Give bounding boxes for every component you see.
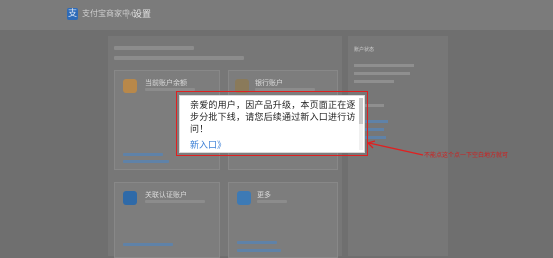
card-linked-title: 关联认证账户 (145, 191, 187, 199)
card-balance-link[interactable] (123, 153, 163, 156)
title-divider (127, 9, 128, 19)
annotation-highlight-box (176, 91, 368, 156)
more-icon (237, 191, 251, 205)
card-linked-link[interactable] (123, 243, 173, 246)
account-name-placeholder (114, 46, 194, 50)
top-bar: 支 支付宝商家中心 设置 (0, 0, 553, 30)
card-more-link[interactable] (237, 241, 277, 244)
account-info-placeholder (114, 56, 244, 60)
sidebar-line (354, 72, 410, 75)
sidebar-line (354, 80, 394, 83)
sidebar-line (354, 64, 414, 67)
card-balance-title: 当前账户余额 (145, 79, 187, 87)
annotation-arrow-icon (366, 140, 424, 156)
yuan-icon (123, 79, 137, 93)
alipay-logo-icon[interactable]: 支 (67, 8, 78, 20)
card-more-title: 更多 (257, 191, 271, 199)
page-title: 设置 (133, 10, 152, 20)
card-linked-subtext (145, 200, 205, 203)
card-balance-link-2[interactable] (123, 160, 169, 163)
link-account-icon (123, 191, 137, 205)
sidebar-title: 账户状态 (354, 47, 375, 53)
card-more-link-2[interactable] (237, 249, 281, 252)
card-more-subtext (257, 200, 287, 203)
brand-name[interactable]: 支付宝商家中心 (82, 8, 138, 19)
annotation-text: 不能点这个点一下空白地方就可 (424, 152, 509, 159)
card-more: 更多 (228, 182, 338, 258)
card-linked-account: 关联认证账户 (114, 182, 220, 258)
card-bank-title: 银行账户 (255, 79, 283, 87)
